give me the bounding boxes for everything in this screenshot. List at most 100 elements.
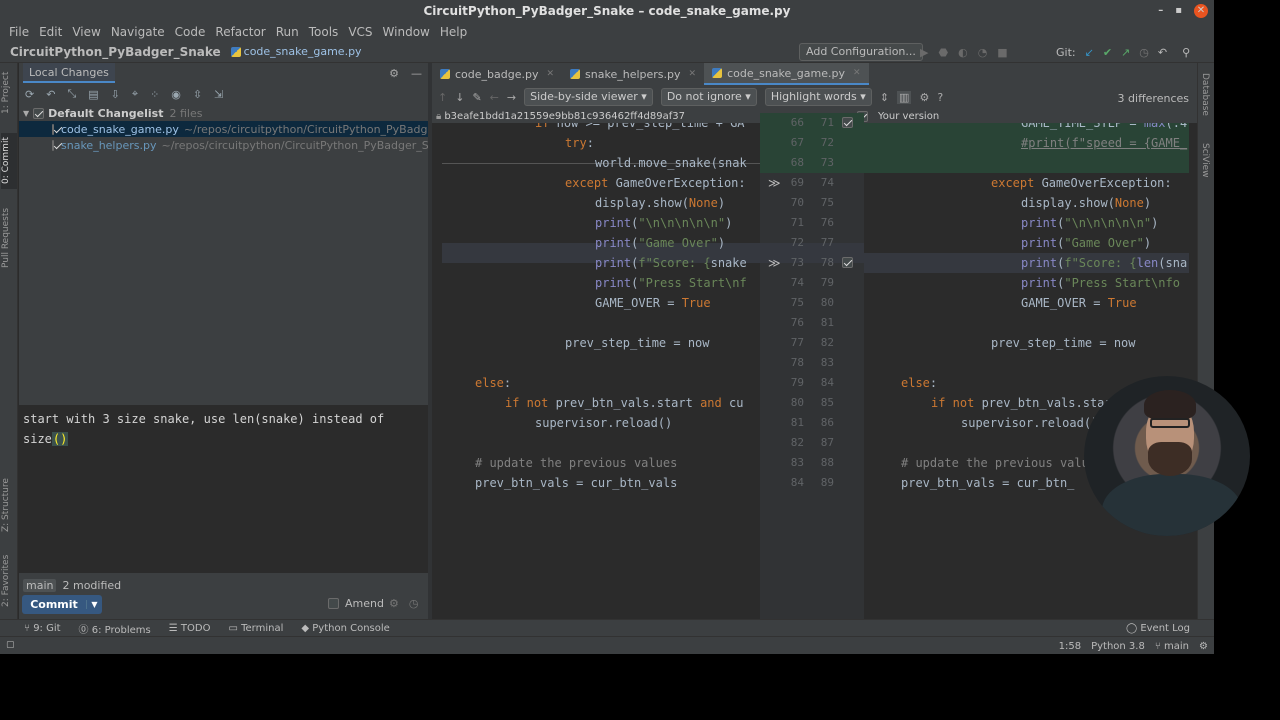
- amend-box[interactable]: [328, 598, 339, 609]
- list-item[interactable]: code_snake_game.py ~/repos/circuitpython…: [19, 121, 428, 137]
- breadcrumb-project[interactable]: CircuitPython_PyBadger_Snake: [10, 45, 221, 59]
- include-change-checkbox[interactable]: [842, 117, 853, 128]
- minimize-icon[interactable]: –: [1158, 0, 1163, 22]
- tab-commit[interactable]: 0: Commit: [1, 133, 17, 189]
- add-configuration-button[interactable]: Add Configuration...: [799, 43, 923, 61]
- apply-change-icon[interactable]: ≫: [768, 173, 781, 193]
- menu-vcs[interactable]: VCS: [343, 25, 377, 39]
- include-change-checkbox[interactable]: [842, 257, 853, 268]
- tab-database[interactable]: Database: [1200, 73, 1210, 116]
- profile-icon[interactable]: ◔: [978, 46, 988, 59]
- tool-todo[interactable]: ☰ TODO: [169, 623, 211, 634]
- arrow-up-icon[interactable]: ↑: [438, 91, 447, 104]
- commit-icon[interactable]: ✔: [1103, 46, 1112, 59]
- update-project-icon[interactable]: ↙: [1085, 46, 1094, 59]
- tool-python-console[interactable]: ◆ Python Console: [301, 623, 389, 634]
- chevron-down-icon[interactable]: ▼: [86, 600, 102, 609]
- maximize-icon[interactable]: ▪: [1175, 0, 1182, 22]
- collapse-unchanged-icon[interactable]: ⇕: [880, 91, 889, 104]
- tool-problems[interactable]: ⓪ 6: Problems: [79, 621, 151, 636]
- menu-code[interactable]: Code: [170, 25, 211, 39]
- menu-tools[interactable]: Tools: [304, 25, 344, 39]
- history-icon[interactable]: ◷: [1139, 46, 1149, 59]
- arrow-left-icon[interactable]: ←: [490, 91, 499, 104]
- stop-icon[interactable]: ■: [997, 46, 1007, 59]
- gear-icon[interactable]: ⚙: [389, 597, 399, 610]
- code-line: prev_step_time = now: [991, 336, 1136, 350]
- history-icon[interactable]: ◷: [409, 597, 419, 610]
- status-branch[interactable]: ⑂ main: [1155, 641, 1189, 652]
- refresh-icon[interactable]: ⟳: [25, 88, 34, 101]
- gear-icon[interactable]: ⚙: [389, 67, 399, 80]
- menu-help[interactable]: Help: [435, 25, 472, 39]
- menu-file[interactable]: File: [4, 25, 34, 39]
- menu-refactor[interactable]: Refactor: [210, 25, 270, 39]
- tab-snake-helpers[interactable]: snake_helpers.py ✕: [562, 63, 704, 85]
- tab-project[interactable]: 1: Project: [1, 69, 17, 117]
- shelve-icon[interactable]: ▤: [88, 88, 98, 101]
- commit-button[interactable]: Commit ▼: [22, 595, 102, 614]
- notifications-icon[interactable]: ⚙: [1199, 641, 1208, 652]
- caret-position[interactable]: 1:58: [1059, 641, 1081, 652]
- expand-icon[interactable]: ⌖: [132, 87, 138, 101]
- arrow-down-icon[interactable]: ↓: [455, 91, 464, 104]
- viewer-mode-select[interactable]: Side-by-side viewer ▾: [524, 88, 653, 106]
- highlight-mode-select[interactable]: Highlight words ▾: [764, 88, 872, 106]
- help-icon[interactable]: ?: [937, 91, 943, 104]
- unshelve-icon[interactable]: ⇩: [111, 88, 120, 101]
- run-icon[interactable]: ▶: [920, 46, 928, 59]
- close-icon[interactable]: ✕: [1194, 4, 1208, 18]
- list-item[interactable]: snake_helpers.py ~/repos/circuitpython/C…: [19, 137, 428, 153]
- group-by-icon[interactable]: ⁘: [150, 88, 159, 101]
- close-icon[interactable]: ✕: [853, 68, 861, 78]
- status-toggle-icon[interactable]: ▢: [6, 640, 15, 650]
- changelist-row[interactable]: ▼ Default Changelist 2 files: [19, 105, 428, 121]
- search-icon[interactable]: ⚲: [1182, 46, 1190, 59]
- menu-edit[interactable]: Edit: [34, 25, 67, 39]
- tab-favorites[interactable]: 2: Favorites: [1, 549, 17, 613]
- menu-navigate[interactable]: Navigate: [106, 25, 170, 39]
- chevron-down-icon[interactable]: ▼: [23, 109, 29, 118]
- tab-structure[interactable]: Z: Structure: [1, 473, 17, 537]
- menu-run[interactable]: Run: [271, 25, 304, 39]
- file-checkbox[interactable]: [52, 123, 54, 135]
- close-icon[interactable]: ✕: [546, 69, 554, 79]
- file-checkbox[interactable]: [52, 139, 54, 151]
- coverage-icon[interactable]: ◐: [958, 46, 968, 59]
- tool-terminal[interactable]: ▭ Terminal: [228, 623, 283, 634]
- changelist-checkbox[interactable]: [33, 107, 45, 119]
- rollback-icon[interactable]: ↶: [1158, 46, 1167, 59]
- event-log[interactable]: ◯ Event Log: [1126, 620, 1190, 637]
- menu-view[interactable]: View: [67, 25, 105, 39]
- breadcrumb-file[interactable]: code_snake_game.py: [230, 45, 362, 58]
- push-icon[interactable]: ↗: [1121, 46, 1130, 59]
- minimize-panel-icon[interactable]: —: [411, 67, 422, 80]
- tab-local-changes[interactable]: Local Changes: [23, 63, 115, 83]
- menu-window[interactable]: Window: [378, 25, 435, 39]
- gear-icon[interactable]: ⚙: [919, 91, 929, 104]
- close-icon[interactable]: ✕: [689, 69, 697, 79]
- python-interpreter[interactable]: Python 3.8: [1091, 641, 1145, 652]
- apply-change-icon[interactable]: ≫: [768, 253, 781, 273]
- expand-all-icon[interactable]: ⇳: [193, 88, 202, 101]
- commit-message-input[interactable]: start with 3 size snake, use len(snake) …: [19, 405, 428, 573]
- sync-scroll-icon[interactable]: ▥: [897, 90, 912, 104]
- arrow-right-icon[interactable]: →: [507, 91, 516, 104]
- editor-tabs: code_badge.py ✕ snake_helpers.py ✕ code_sn…: [432, 63, 1197, 85]
- ignore-mode-select[interactable]: Do not ignore ▾: [660, 88, 757, 106]
- amend-checkbox[interactable]: Amend: [328, 597, 384, 610]
- tool-git[interactable]: ⑂ 9: Git: [24, 623, 61, 634]
- eye-icon[interactable]: ◉: [171, 88, 181, 101]
- tab-pull-requests[interactable]: Pull Requests: [1, 203, 17, 273]
- show-diff-icon[interactable]: ⤡: [67, 87, 76, 101]
- tab-sciview[interactable]: SciView: [1200, 143, 1210, 178]
- amend-label: Amend: [345, 597, 384, 610]
- debug-icon[interactable]: ⬣: [938, 46, 948, 59]
- tab-code-snake-game[interactable]: code_snake_game.py ✕: [704, 63, 869, 85]
- collapse-all-icon[interactable]: ⇲: [214, 88, 223, 101]
- tab-code-badge[interactable]: code_badge.py ✕: [432, 63, 562, 85]
- rollback-icon[interactable]: ↶: [46, 88, 55, 101]
- edit-icon[interactable]: ✎: [472, 91, 481, 104]
- diff-left-pane[interactable]: if now >= prev_step_time + GA try: world…: [442, 123, 760, 619]
- diff-right-pane[interactable]: GAME_TIME_STEP = max(.4 #print(f"speed =…: [864, 123, 1189, 619]
